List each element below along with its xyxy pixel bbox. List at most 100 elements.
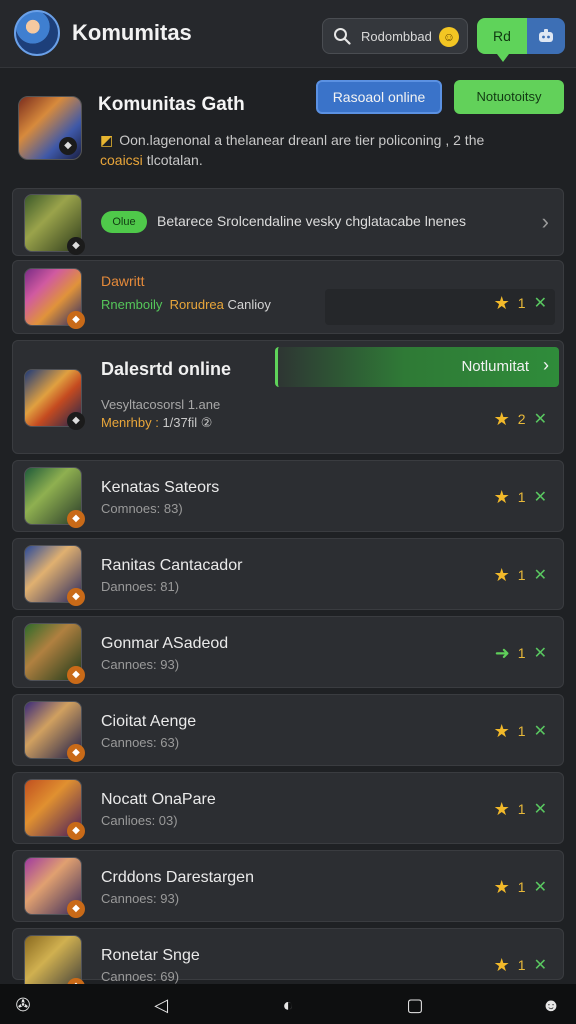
featured-tags: Rnemboily Rorudrea Canlioy — [101, 297, 271, 312]
top-app-bar: Komumitas Rodombbad ☺ Rd — [0, 0, 576, 68]
community-avatar: ◆ — [18, 96, 82, 160]
close-icon[interactable]: ✕ — [534, 643, 547, 663]
star-icon[interactable]: ★ — [494, 955, 510, 976]
member-subtitle: Canlioes: 03) — [101, 813, 178, 828]
member-thumbnail: ◆ — [24, 857, 85, 918]
chevron-right-icon[interactable]: › — [542, 209, 549, 235]
emoji-icon[interactable]: ☺ — [439, 27, 459, 47]
member-subtitle: Dannoes: 81) — [101, 579, 180, 594]
member-thumbnail: ◆ — [24, 623, 85, 684]
notice-card[interactable]: ◆ Olue Betarece Srolcendaline vesky chgl… — [12, 188, 564, 256]
badge-icon: ◆ — [67, 510, 85, 528]
notification-button[interactable]: Notuotoitsy — [454, 80, 564, 114]
member-subtitle: Cannoes: 93) — [101, 657, 180, 672]
close-icon[interactable]: ✕ — [534, 721, 547, 741]
recents-icon[interactable]: ▢ — [404, 994, 426, 1016]
expanded-title: Dalesrtd online — [101, 359, 232, 379]
expanded-subtitle: Vesyltacosorsl 1.ane — [101, 397, 221, 412]
member-stats: ★ 1 ✕ — [494, 955, 547, 975]
badge-icon: ◆ — [59, 137, 77, 155]
star-icon[interactable]: ★ — [494, 293, 510, 314]
member-row[interactable]: ◆ Cioitat Aenge Cannoes: 63) ★ 1 ✕ — [12, 694, 564, 766]
chat-button[interactable]: Rd — [477, 18, 527, 62]
badge-icon: ◆ — [67, 744, 85, 762]
member-stats: ★ 1 ✕ — [494, 565, 547, 585]
rating-count: 1 — [517, 879, 526, 895]
featured-name: Dawritt — [101, 273, 145, 289]
expanded-stats: ★ 2 ✕ — [494, 409, 547, 429]
star-icon[interactable]: ★ — [494, 721, 510, 742]
rating-count: 1 — [517, 723, 526, 739]
close-icon[interactable]: ✕ — [534, 877, 547, 897]
rating-count: 1 — [517, 295, 526, 311]
member-row[interactable]: ◆ Ronetar Snge Cannoes: 69) ★ 1 ✕ — [12, 928, 564, 996]
member-row[interactable]: ◆ Kenatas Sateors Comnoes: 83) ★ 1 ✕ — [12, 460, 564, 532]
star-icon[interactable]: ★ — [494, 799, 510, 820]
expanded-meta: Menrhby : 1/37fil ② — [101, 415, 213, 430]
member-thumbnail: ◆ — [24, 545, 85, 606]
search-icon — [334, 28, 351, 45]
browser-icon[interactable]: ✇ — [12, 994, 34, 1016]
chat-bot-button[interactable] — [527, 18, 565, 54]
rating-count: 1 — [517, 801, 526, 817]
online-button[interactable]: Rasoaol online — [316, 80, 442, 114]
notice-tag: Olue — [101, 211, 147, 233]
notice-text: Betarece Srolcendaline vesky chglatacabe… — [157, 213, 466, 229]
member-name: Ranitas Cantacador — [101, 557, 243, 574]
member-row[interactable]: ◆ Nocatt OnaPare Canlioes: 03) ★ 1 ✕ — [12, 772, 564, 844]
member-name: Kenatas Sateors — [101, 479, 220, 496]
member-stats: ★ 1 ✕ — [494, 721, 547, 741]
member-name: Nocatt OnaPare — [101, 791, 216, 808]
notice-thumbnail: ◆ — [24, 194, 85, 255]
member-stats: ★ 1 ✕ — [494, 487, 547, 507]
info-icon: ◩ — [100, 132, 114, 148]
featured-thumbnail: ◆ — [24, 268, 85, 329]
home-icon[interactable]: ◐ — [277, 994, 299, 1016]
star-icon[interactable]: ★ — [494, 877, 510, 898]
badge-icon: ◆ — [67, 237, 85, 255]
member-name: Crddons Darestargen — [101, 869, 254, 886]
rating-count: 1 — [517, 645, 526, 661]
assistant-icon[interactable]: ☻ — [540, 994, 562, 1016]
profile-avatar[interactable] — [14, 10, 60, 56]
badge-icon: ◆ — [67, 822, 85, 840]
close-icon[interactable]: ✕ — [534, 799, 547, 819]
app-title: Komumitas — [72, 20, 192, 45]
close-icon[interactable]: ✕ — [534, 487, 547, 507]
member-name: Cioitat Aenge — [101, 713, 197, 730]
featured-card[interactable]: ◆ Dawritt Rnemboily Rorudrea Canlioy ★ 1… — [12, 260, 564, 334]
member-subtitle: Cannoes: 63) — [101, 735, 180, 750]
close-icon[interactable]: ✕ — [534, 955, 547, 975]
rating-count: 1 — [517, 957, 526, 973]
rating-count: 1 — [517, 567, 526, 583]
close-icon[interactable]: ✕ — [534, 409, 547, 429]
chevron-right-icon: › — [543, 355, 549, 375]
member-thumbnail: ◆ — [24, 701, 85, 762]
close-icon[interactable]: ✕ — [534, 565, 547, 585]
member-row[interactable]: ◆ Ranitas Cantacador Dannoes: 81) ★ 1 ✕ — [12, 538, 564, 610]
expanded-thumbnail: ◆ — [24, 369, 85, 430]
featured-stats: ★ 1 ✕ — [494, 293, 547, 313]
expanded-card[interactable]: ◆ Dalesrtd online Vesyltacosorsl 1.ane M… — [12, 340, 564, 454]
back-icon[interactable]: ◁ — [150, 994, 172, 1016]
member-subtitle: Cannoes: 93) — [101, 891, 180, 906]
badge-icon: ◆ — [67, 666, 85, 684]
member-stats: ★ 1 ✕ — [494, 799, 547, 819]
expanded-cta-button[interactable]: Notlumitat › — [275, 347, 559, 387]
search-input[interactable]: Rodombbad ☺ — [322, 18, 468, 54]
member-name: Ronetar Snge — [101, 947, 200, 964]
star-icon[interactable]: ★ — [494, 409, 510, 430]
arrow-icon[interactable]: ➜ — [495, 643, 510, 664]
search-text: Rodombbad — [361, 29, 432, 44]
chat-bot-icon — [539, 29, 553, 42]
member-stats: ★ 1 ✕ — [494, 877, 547, 897]
member-row[interactable]: ◆ Crddons Darestargen Cannoes: 93) ★ 1 ✕ — [12, 850, 564, 922]
member-row[interactable]: ◆ Gonmar ASadeod Cannoes: 93) ➜ 1 ✕ — [12, 616, 564, 688]
community-title: Komunitas Gath — [98, 94, 245, 115]
badge-icon: ◆ — [67, 588, 85, 606]
star-icon[interactable]: ★ — [494, 565, 510, 586]
star-icon[interactable]: ★ — [494, 487, 510, 508]
system-nav-bar: ✇ ◁ ◐ ▢ ☻ — [0, 984, 576, 1024]
close-icon[interactable]: ✕ — [534, 293, 547, 313]
badge-icon: ◆ — [67, 311, 85, 329]
